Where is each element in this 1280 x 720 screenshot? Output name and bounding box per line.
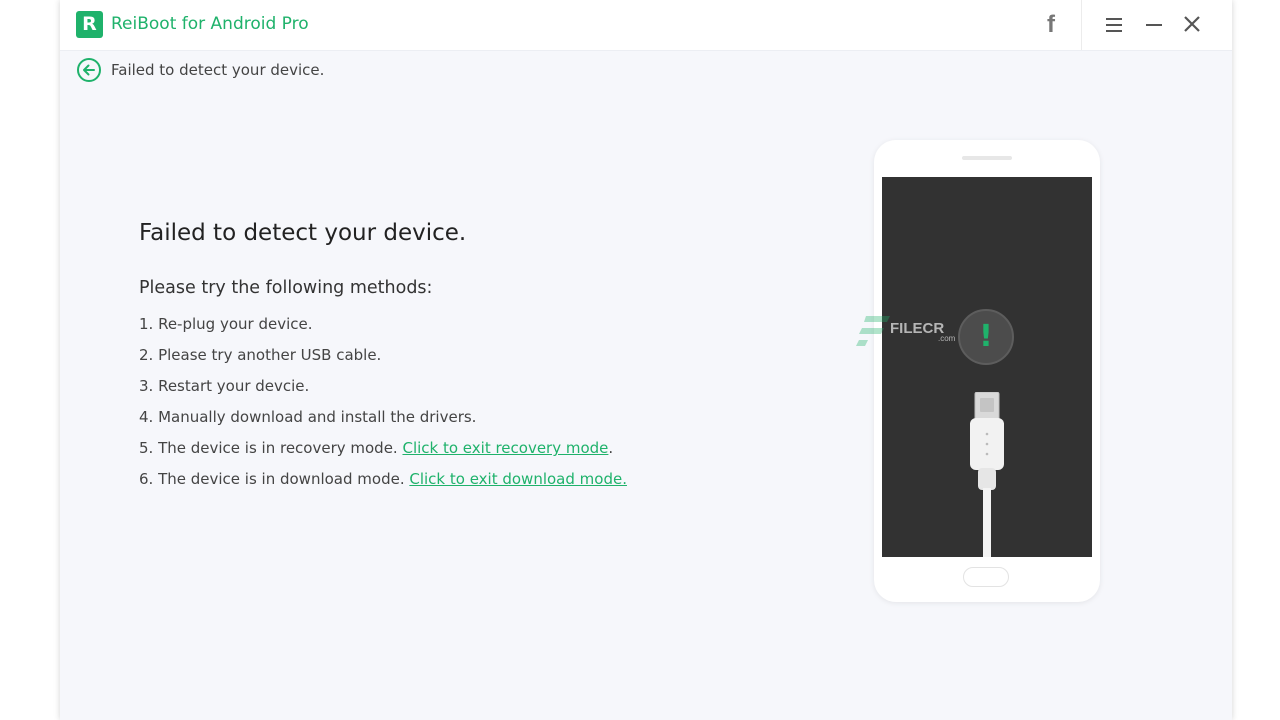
method-suffix: . xyxy=(608,439,614,457)
method-text: 6. The device is in download mode. xyxy=(139,470,410,488)
breadcrumb-text: Failed to detect your device. xyxy=(111,61,325,79)
page-title: Failed to detect your device. xyxy=(139,220,467,246)
watermark-text: FILECR xyxy=(890,320,945,337)
method-item: 5. The device is in recovery mode. Click… xyxy=(139,435,627,466)
method-item: 1. Re-plug your device. xyxy=(139,311,627,342)
phone-speaker xyxy=(962,156,1012,160)
watermark-subtext: .com xyxy=(938,334,956,343)
app-title: ReiBoot for Android Pro xyxy=(111,14,309,34)
close-icon[interactable] xyxy=(1181,13,1203,35)
hamburger-menu-icon[interactable] xyxy=(1103,14,1125,36)
exit-recovery-mode-link[interactable]: Click to exit recovery mode xyxy=(402,439,608,457)
method-item: 4. Manually download and install the dri… xyxy=(139,404,627,435)
back-arrow-circle-icon[interactable] xyxy=(76,57,102,83)
method-item: 3. Restart your devcie. xyxy=(139,373,627,404)
facebook-icon[interactable]: f xyxy=(1040,10,1062,40)
title-bar: R ReiBoot for Android Pro f xyxy=(60,0,1232,51)
usb-cable-icon xyxy=(970,392,1004,557)
methods-heading: Please try the following methods: xyxy=(139,278,433,298)
toolbar-divider xyxy=(1081,0,1082,50)
method-text: 1. Re-plug your device. xyxy=(139,315,313,333)
methods-list: 1. Re-plug your device. 2. Please try an… xyxy=(139,311,627,497)
exclamation-icon: ! xyxy=(958,309,1014,365)
method-text: 2. Please try another USB cable. xyxy=(139,346,382,364)
watermark-logo-icon xyxy=(856,316,890,346)
method-text: 4. Manually download and install the dri… xyxy=(139,408,477,426)
method-text: 3. Restart your devcie. xyxy=(139,377,310,395)
method-item: 6. The device is in download mode. Click… xyxy=(139,466,627,497)
minimize-icon[interactable] xyxy=(1143,14,1165,36)
method-text: 5. The device is in recovery mode. xyxy=(139,439,403,457)
phone-illustration: ! xyxy=(874,140,1100,602)
app-logo: R xyxy=(76,11,103,38)
app-window: R ReiBoot for Android Pro f Failed to de… xyxy=(60,0,1232,720)
method-item: 2. Please try another USB cable. xyxy=(139,342,627,373)
exclamation-glyph: ! xyxy=(979,319,993,354)
phone-home-button xyxy=(963,567,1009,587)
phone-screen: ! xyxy=(882,177,1092,557)
app-logo-letter: R xyxy=(82,13,97,35)
exit-download-mode-link[interactable]: Click to exit download mode. xyxy=(409,470,627,488)
